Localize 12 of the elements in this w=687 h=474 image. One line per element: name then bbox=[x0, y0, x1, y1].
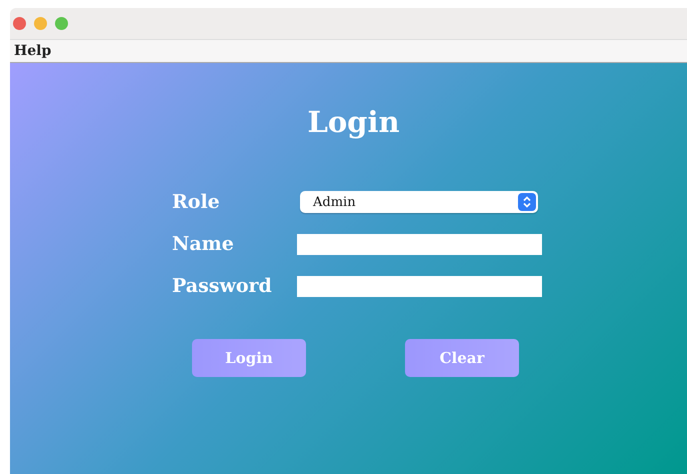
password-field[interactable] bbox=[297, 276, 542, 296]
name-field[interactable] bbox=[297, 234, 542, 254]
login-heading: Login bbox=[306, 105, 400, 139]
close-button[interactable] bbox=[13, 17, 26, 30]
field-label: Name bbox=[172, 233, 235, 255]
minimize-button[interactable] bbox=[34, 17, 47, 30]
role-select[interactable]: Admin bbox=[300, 191, 538, 213]
zoom-button[interactable] bbox=[55, 17, 68, 30]
field-label: Role bbox=[172, 191, 221, 213]
chevron-updown-icon bbox=[518, 193, 536, 211]
menu-item[interactable]: Help bbox=[14, 43, 52, 59]
field-label: Password bbox=[172, 275, 273, 297]
